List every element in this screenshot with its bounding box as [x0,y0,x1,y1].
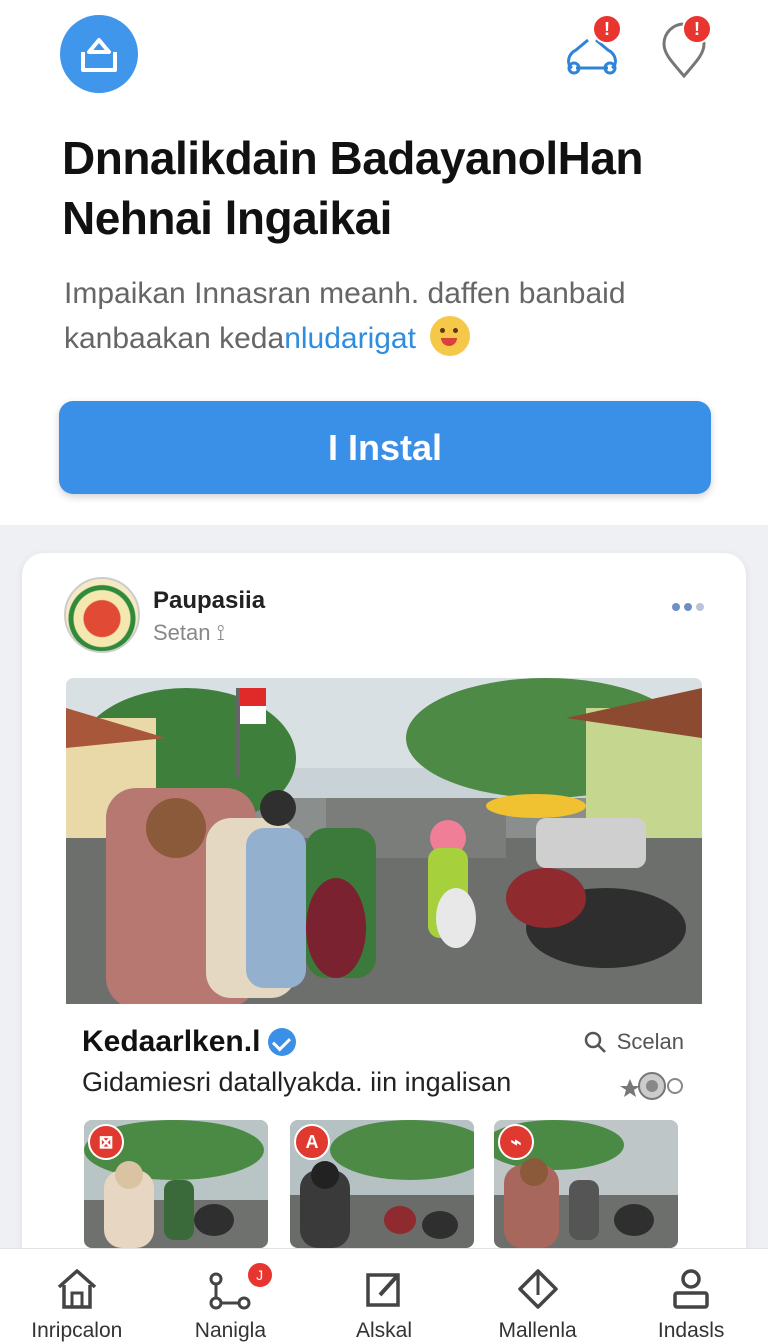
location-button[interactable]: ! [656,14,716,80]
sparkle-icon [620,1072,683,1100]
author-name[interactable]: Paupasiia [153,587,265,615]
nav-item-diamond[interactable]: Mallenla [461,1249,615,1344]
header-section: ! ! Dnnalikdain BadayanolHan Nehnai lnga… [0,0,768,525]
info-title-text: Kedaarlken.l [82,1025,261,1058]
diamond-icon [517,1269,558,1309]
nav-item-share[interactable]: J Nanigla [154,1249,308,1344]
verified-badge-icon [268,1028,297,1056]
nav-item-home[interactable]: Inripcalon [0,1249,154,1344]
post-card: Paupasiia Setan ⟟ Kedaarlken.l Scelan Gi… [22,553,746,1333]
thumbnail-2[interactable]: A [290,1120,474,1248]
app-logo[interactable] [60,15,138,93]
more-options-button[interactable] [672,603,704,611]
search-icon [584,1031,606,1053]
notification-button[interactable]: ! [562,14,622,80]
subtitle-link[interactable]: nludarigat [284,322,416,355]
thumbnail-3[interactable]: ⌁ [494,1120,678,1248]
thumbnail-badge: A [294,1124,330,1160]
nav-item-profile[interactable]: Indasls [614,1249,768,1344]
dot-icon [672,603,680,611]
post-photo[interactable] [66,678,702,1004]
nav-label: Inripcalon [31,1319,123,1342]
thumbnail-1[interactable]: ⊠ [84,1120,268,1248]
dot-icon [684,603,692,611]
notification-badge: ! [592,14,622,44]
reaction-icons[interactable] [620,1069,684,1103]
edit-icon [366,1273,400,1307]
info-title[interactable]: Kedaarlken.l [82,1025,297,1059]
home-icon [57,1269,96,1309]
smile-emoji-icon [430,316,471,356]
thumbnail-badge: ⊠ [88,1124,124,1160]
nav-label: Mallenla [498,1319,577,1342]
profile-icon [673,1269,709,1309]
search-link[interactable]: Scelan [583,1029,684,1055]
dot-icon [696,603,704,611]
thumbnail-badge: ⌁ [498,1124,534,1160]
nav-item-edit[interactable]: Alskal [307,1249,461,1344]
nav-label: Nanigla [194,1319,266,1342]
page-title: Dnnalikdain BadayanolHan Nehnai lngaikai [62,132,644,244]
bottom-nav: Inripcalon J Nanigla Alskal Mallenla Ind… [0,1248,768,1344]
nav-badge: J [245,1261,274,1289]
page-subtitle: Impaikan Innasran meanh. daffen banbaid … [64,272,724,361]
street-scene-image [66,678,702,1004]
location-badge: ! [682,14,712,44]
nav-label: Indasls [657,1319,725,1342]
install-button[interactable]: I Instal [59,401,711,494]
search-label: Scelan [616,1029,684,1054]
author-avatar[interactable] [64,577,140,653]
info-text: Gidamiesri datallyakda. iin ingalisan [82,1067,512,1097]
share-box-icon [81,38,117,72]
nav-label: Alskal [355,1319,412,1342]
author-subtitle: Setan ⟟ [153,620,225,645]
